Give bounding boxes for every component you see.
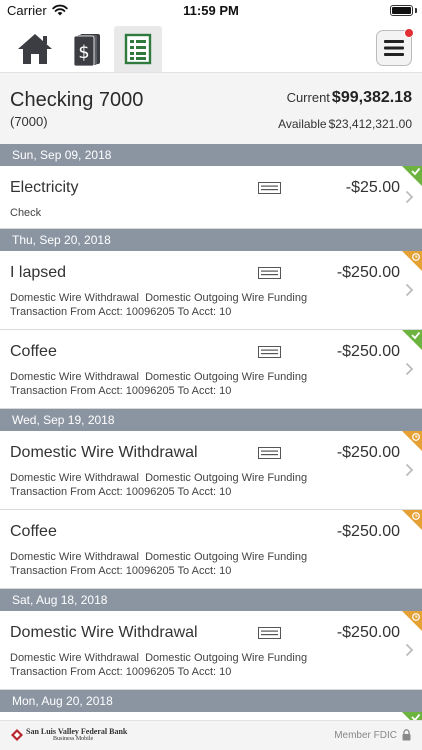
bank-logo-icon: [11, 729, 23, 741]
transaction-title: I lapsed: [10, 264, 67, 281]
current-balance: Current $99,382.18: [287, 89, 412, 107]
date-header: Wed, Sep 19, 2018: [0, 409, 422, 431]
transaction-list[interactable]: Sun, Sep 09, 2018 Electricity -$25.00 Ch…: [0, 144, 422, 732]
battery-icon: [390, 5, 413, 16]
memo-icon: [258, 182, 281, 194]
transaction-amount: -$250.00: [336, 624, 400, 641]
account-number: (7000): [10, 114, 48, 129]
transaction-amount: -$250.00: [336, 343, 400, 360]
transaction-description-line2: Transaction From Acct: 10096205 To Acct:…: [10, 385, 232, 397]
current-balance-label: Current: [286, 90, 330, 105]
member-fdic-label: Member FDIC: [334, 730, 397, 741]
transaction-description: Domestic Wire Withdrawal Domestic Outgoi…: [10, 370, 307, 398]
menu-button[interactable]: [376, 28, 414, 66]
pending-clock-icon: [402, 431, 422, 451]
memo-icon: [258, 267, 281, 279]
transaction-description-line1: Domestic Wire Withdrawal Domestic Outgoi…: [10, 472, 308, 484]
date-header: Sat, Aug 18, 2018: [0, 589, 422, 611]
transaction-title: Domestic Wire Withdrawal: [10, 624, 198, 641]
cleared-check-icon: [402, 330, 422, 350]
transaction-description-line1: Domestic Wire Withdrawal Domestic Outgoi…: [10, 292, 308, 304]
transaction-title: Coffee: [10, 523, 57, 540]
chevron-right-icon: [405, 362, 414, 376]
transaction-row[interactable]: Coffee -$250.00 Domestic Wire Withdrawal…: [0, 330, 422, 409]
accounts-icon: $: [73, 34, 100, 67]
transaction-title: Coffee: [10, 343, 57, 360]
tab-accounts[interactable]: $: [63, 26, 109, 72]
chevron-right-icon: [405, 283, 414, 297]
transaction-title: Electricity: [10, 179, 79, 196]
notification-badge: [404, 28, 414, 38]
memo-icon: [258, 346, 281, 358]
transaction-description: Domestic Wire Withdrawal Domestic Outgoi…: [10, 291, 307, 319]
status-time: 11:59 PM: [183, 3, 239, 18]
transaction-row[interactable]: Domestic Wire Withdrawal -$250.00 Domest…: [0, 611, 422, 690]
transaction-row[interactable]: Domestic Wire Withdrawal -$250.00 Domest…: [0, 431, 422, 510]
date-header: Sun, Sep 09, 2018: [0, 144, 422, 166]
chevron-right-icon: [405, 190, 414, 204]
transaction-description: Domestic Wire Withdrawal Domestic Outgoi…: [10, 550, 307, 578]
transaction-description-line1: Domestic Wire Withdrawal Domestic Outgoi…: [10, 551, 308, 563]
transaction-description-line1: Domestic Wire Withdrawal Domestic Outgoi…: [10, 652, 308, 664]
transaction-description: Domestic Wire Withdrawal Domestic Outgoi…: [10, 651, 307, 679]
transaction-description: Domestic Wire Withdrawal Domestic Outgoi…: [10, 471, 307, 499]
transaction-row[interactable]: Electricity -$25.00 Check: [0, 166, 422, 229]
chevron-right-icon: [405, 643, 414, 657]
home-icon: [18, 34, 52, 64]
bank-name: San Luis Valley Federal Bank: [26, 727, 128, 736]
transaction-title: Domestic Wire Withdrawal: [10, 444, 198, 461]
available-balance: Available $23,412,321.00: [278, 117, 412, 131]
register-icon: [124, 33, 152, 65]
footer: San Luis Valley Federal Bank Business Mo…: [0, 720, 422, 750]
hamburger-icon: [384, 40, 404, 56]
memo-icon: [258, 627, 281, 639]
current-balance-value: $99,382.18: [331, 89, 412, 106]
memo-icon: [258, 447, 281, 459]
transaction-amount: -$250.00: [336, 264, 400, 281]
svg-text:$: $: [78, 42, 89, 63]
available-balance-value: $23,412,321.00: [328, 117, 412, 131]
transaction-description-line2: Transaction From Acct: 10096205 To Acct:…: [10, 565, 232, 577]
cleared-check-icon: [402, 166, 422, 186]
transaction-description-line2: Transaction From Acct: 10096205 To Acct:…: [10, 306, 232, 318]
chevron-right-icon: [405, 463, 414, 477]
available-balance-label: Available: [278, 117, 327, 131]
transaction-type: Check: [10, 207, 42, 219]
account-header: Checking 7000 (7000) Current $99,382.18 A…: [0, 72, 422, 144]
transaction-description-line1: Domestic Wire Withdrawal Domestic Outgoi…: [10, 371, 308, 383]
account-name: Checking 7000: [10, 89, 144, 111]
lock-icon: [402, 729, 411, 741]
status-bar: Carrier 11:59 PM: [0, 0, 422, 22]
pending-clock-icon: [402, 611, 422, 631]
tab-register[interactable]: [114, 26, 162, 72]
pending-clock-icon: [402, 510, 422, 530]
transaction-row[interactable]: I lapsed -$250.00 Domestic Wire Withdraw…: [0, 251, 422, 330]
bank-subtitle: Business Mobile: [53, 736, 94, 742]
pending-clock-icon: [402, 251, 422, 271]
date-header: Thu, Sep 20, 2018: [0, 229, 422, 251]
transaction-amount: -$25.00: [345, 179, 400, 196]
transaction-amount: -$250.00: [336, 523, 400, 540]
transaction-description-line2: Transaction From Acct: 10096205 To Acct:…: [10, 486, 232, 498]
top-nav: $: [0, 22, 422, 72]
transaction-description-line2: Transaction From Acct: 10096205 To Acct:…: [10, 666, 232, 678]
date-header: Mon, Aug 20, 2018: [0, 690, 422, 712]
tab-home[interactable]: [12, 26, 58, 72]
transaction-row[interactable]: Coffee -$250.00 Domestic Wire Withdrawal…: [0, 510, 422, 589]
transaction-amount: -$250.00: [336, 444, 400, 461]
